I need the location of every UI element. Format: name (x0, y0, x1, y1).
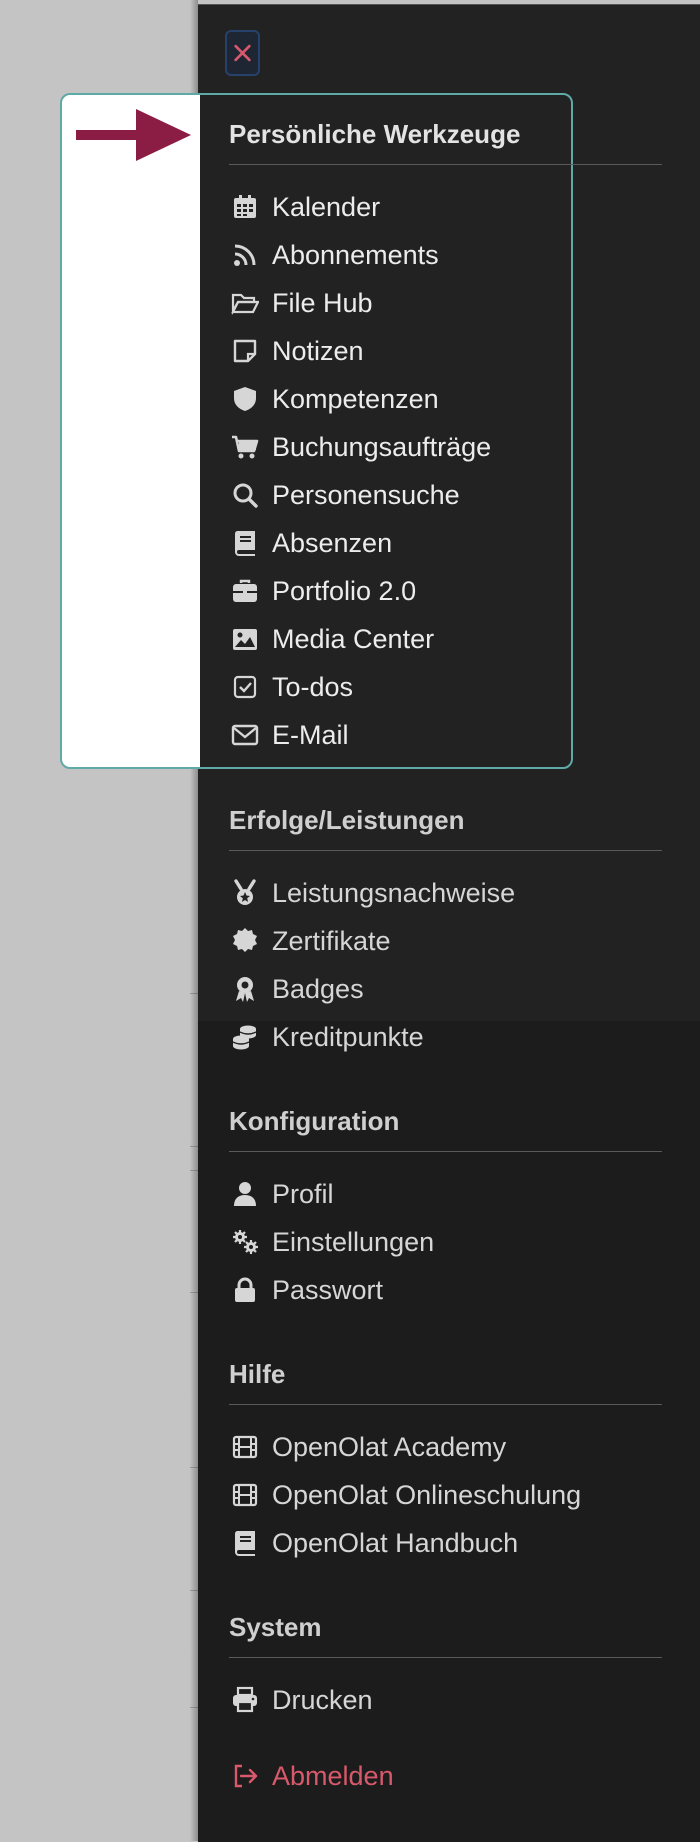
menu-item-label: Media Center (272, 623, 435, 654)
menu-item-list: Kalender Abonnements File Hub Notizen Kompet… (229, 165, 662, 759)
menu-item-drucken[interactable]: Drucken (229, 1676, 662, 1724)
section-title: Persönliche Werkzeuge (229, 117, 662, 165)
menu-item-openolat-academy[interactable]: OpenOlat Academy (229, 1423, 662, 1471)
menu-item-label: Personensuche (272, 479, 460, 510)
close-icon (234, 44, 251, 62)
menu-section: System Drucken (229, 1610, 662, 1724)
menu-item-label: Abonnements (272, 239, 439, 270)
menu-item-buchungsaufträge[interactable]: Buchungsaufträge (229, 423, 662, 471)
film-icon (229, 1431, 261, 1463)
menu-item-list: Leistungsnachweise Zertifikate Badges Kredi… (229, 851, 662, 1061)
menu-item-portfolio-2-0[interactable]: Portfolio 2.0 (229, 567, 662, 615)
cart-icon (229, 431, 261, 463)
note-icon (229, 335, 261, 367)
envelope-icon (229, 719, 261, 751)
rss-icon (229, 239, 261, 271)
section-title: Erfolge/Leistungen (229, 803, 662, 851)
menu-item-einstellungen[interactable]: Einstellungen (229, 1218, 662, 1266)
menu-item-label: Kalender (272, 191, 381, 222)
menu-item-label: Buchungsaufträge (272, 431, 492, 462)
checkbox-icon (229, 671, 261, 703)
film-icon (229, 1479, 261, 1511)
menu-item-openolat-onlineschulung[interactable]: OpenOlat Onlineschulung (229, 1471, 662, 1519)
menu-section: Konfiguration Profil Einstellungen Passwort (229, 1104, 662, 1314)
menu-item-to-dos[interactable]: To-dos (229, 663, 662, 711)
briefcase-icon (229, 575, 261, 607)
menu-item-label: File Hub (272, 287, 373, 318)
menu-item-kreditpunkte[interactable]: Kreditpunkte (229, 1013, 662, 1061)
logout-section: Abmelden (229, 1752, 662, 1800)
menu-item-label: Drucken (272, 1684, 373, 1715)
book-icon (229, 1527, 261, 1559)
menu-item-media-center[interactable]: Media Center (229, 615, 662, 663)
menu-item-label: Einstellungen (272, 1226, 435, 1257)
pointer-arrow-icon (76, 109, 191, 161)
section-title: System (229, 1610, 662, 1658)
menu-item-passwort[interactable]: Passwort (229, 1266, 662, 1314)
medal-icon (229, 877, 261, 909)
menu-item-badges[interactable]: Badges (229, 965, 662, 1013)
image-icon (229, 623, 261, 655)
menu-item-personensuche[interactable]: Personensuche (229, 471, 662, 519)
folder-open-icon (229, 287, 261, 319)
gears-icon (229, 1226, 261, 1258)
menu-item-list: Drucken (229, 1658, 662, 1724)
menu-item-label: Kreditpunkte (272, 1021, 424, 1052)
menu-item-label: Profil (272, 1178, 334, 1209)
calendar-icon (229, 191, 261, 223)
logout-button[interactable]: Abmelden (229, 1752, 662, 1800)
menu-item-absenzen[interactable]: Absenzen (229, 519, 662, 567)
book-icon (229, 527, 261, 559)
menu-item-abonnements[interactable]: Abonnements (229, 231, 662, 279)
menu-item-label: Zertifikate (272, 925, 391, 956)
shield-icon (229, 383, 261, 415)
menu-item-label: OpenOlat Handbuch (272, 1527, 519, 1558)
menu-item-label: OpenOlat Academy (272, 1431, 507, 1462)
menu-item-label: Passwort (272, 1274, 384, 1305)
menu-item-label: E-Mail (272, 719, 349, 750)
close-button[interactable] (225, 30, 260, 76)
menu-item-label: Kompetenzen (272, 383, 439, 414)
printer-icon (229, 1684, 261, 1716)
menu-item-list: Profil Einstellungen Passwort (229, 1152, 662, 1314)
user-icon (229, 1178, 261, 1210)
menu-item-e-mail[interactable]: E-Mail (229, 711, 662, 759)
menu-item-label: OpenOlat Onlineschulung (272, 1479, 582, 1510)
menu-item-label: Badges (272, 973, 364, 1004)
menu-item-label: Absenzen (272, 527, 393, 558)
menu-item-leistungsnachweise[interactable]: Leistungsnachweise (229, 869, 662, 917)
section-title: Hilfe (229, 1357, 662, 1405)
menu-section: Erfolge/Leistungen Leistungsnachweise Zert… (229, 803, 662, 1061)
certificate-icon (229, 925, 261, 957)
award-icon (229, 973, 261, 1005)
coins-icon (229, 1021, 261, 1053)
menu-item-label: Notizen (272, 335, 364, 366)
menu-item-list: OpenOlat Academy OpenOlat Onlineschulung O… (229, 1405, 662, 1567)
menu-item-label: To-dos (272, 671, 354, 702)
menu-item-file-hub[interactable]: File Hub (229, 279, 662, 327)
menu-section: Persönliche Werkzeuge Kalender Abonnements… (229, 117, 662, 759)
menu-item-openolat-handbuch[interactable]: OpenOlat Handbuch (229, 1519, 662, 1567)
menu-item-kompetenzen[interactable]: Kompetenzen (229, 375, 662, 423)
search-icon (229, 479, 261, 511)
menu-item-zertifikate[interactable]: Zertifikate (229, 917, 662, 965)
menu-section: Hilfe OpenOlat Academy OpenOlat Onlineschu… (229, 1357, 662, 1567)
lock-icon (229, 1274, 261, 1306)
menu-item-label: Portfolio 2.0 (272, 575, 417, 606)
sign-out-icon (229, 1760, 261, 1792)
menu-item-profil[interactable]: Profil (229, 1170, 662, 1218)
menu-item-kalender[interactable]: Kalender (229, 183, 662, 231)
menu-item-notizen[interactable]: Notizen (229, 327, 662, 375)
section-title: Konfiguration (229, 1104, 662, 1152)
menu-item-label: Abmelden (272, 1760, 394, 1791)
menu-item-label: Leistungsnachweise (272, 877, 516, 908)
